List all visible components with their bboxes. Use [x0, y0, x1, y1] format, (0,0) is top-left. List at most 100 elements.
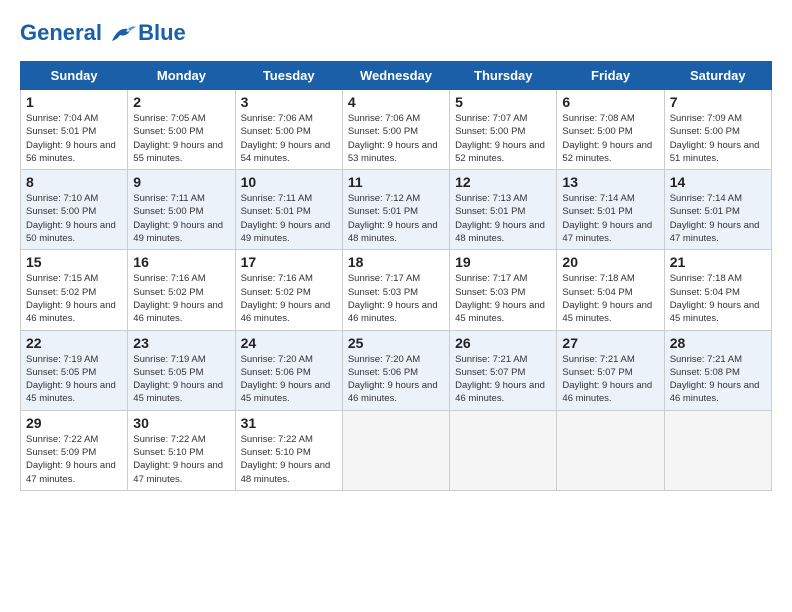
day-number: 18: [348, 254, 444, 270]
day-info: Sunrise: 7:19 AM Sunset: 5:05 PM Dayligh…: [133, 353, 229, 406]
calendar-cell: 10 Sunrise: 7:11 AM Sunset: 5:01 PM Dayl…: [235, 170, 342, 250]
day-info: Sunrise: 7:10 AM Sunset: 5:00 PM Dayligh…: [26, 192, 122, 245]
calendar-cell: [664, 410, 771, 490]
logo: General Blue: [20, 20, 186, 46]
calendar-cell: 1 Sunrise: 7:04 AM Sunset: 5:01 PM Dayli…: [21, 90, 128, 170]
day-info: Sunrise: 7:12 AM Sunset: 5:01 PM Dayligh…: [348, 192, 444, 245]
calendar-cell: 11 Sunrise: 7:12 AM Sunset: 5:01 PM Dayl…: [342, 170, 449, 250]
calendar-cell: 21 Sunrise: 7:18 AM Sunset: 5:04 PM Dayl…: [664, 250, 771, 330]
day-number: 8: [26, 174, 122, 190]
day-number: 29: [26, 415, 122, 431]
calendar-cell: [342, 410, 449, 490]
calendar-cell: 3 Sunrise: 7:06 AM Sunset: 5:00 PM Dayli…: [235, 90, 342, 170]
calendar-cell: 20 Sunrise: 7:18 AM Sunset: 5:04 PM Dayl…: [557, 250, 664, 330]
weekday-header-saturday: Saturday: [664, 62, 771, 90]
logo-bird-icon: [110, 23, 136, 45]
calendar-cell: 30 Sunrise: 7:22 AM Sunset: 5:10 PM Dayl…: [128, 410, 235, 490]
calendar-cell: 12 Sunrise: 7:13 AM Sunset: 5:01 PM Dayl…: [450, 170, 557, 250]
day-number: 30: [133, 415, 229, 431]
day-info: Sunrise: 7:13 AM Sunset: 5:01 PM Dayligh…: [455, 192, 551, 245]
weekday-header-friday: Friday: [557, 62, 664, 90]
calendar-cell: 18 Sunrise: 7:17 AM Sunset: 5:03 PM Dayl…: [342, 250, 449, 330]
day-info: Sunrise: 7:22 AM Sunset: 5:10 PM Dayligh…: [133, 433, 229, 486]
day-number: 15: [26, 254, 122, 270]
calendar-cell: 6 Sunrise: 7:08 AM Sunset: 5:00 PM Dayli…: [557, 90, 664, 170]
calendar-cell: 23 Sunrise: 7:19 AM Sunset: 5:05 PM Dayl…: [128, 330, 235, 410]
day-number: 23: [133, 335, 229, 351]
day-info: Sunrise: 7:04 AM Sunset: 5:01 PM Dayligh…: [26, 112, 122, 165]
calendar-cell: 9 Sunrise: 7:11 AM Sunset: 5:00 PM Dayli…: [128, 170, 235, 250]
day-info: Sunrise: 7:17 AM Sunset: 5:03 PM Dayligh…: [348, 272, 444, 325]
calendar-cell: 31 Sunrise: 7:22 AM Sunset: 5:10 PM Dayl…: [235, 410, 342, 490]
calendar-cell: [557, 410, 664, 490]
calendar-cell: 25 Sunrise: 7:20 AM Sunset: 5:06 PM Dayl…: [342, 330, 449, 410]
day-info: Sunrise: 7:05 AM Sunset: 5:00 PM Dayligh…: [133, 112, 229, 165]
day-info: Sunrise: 7:14 AM Sunset: 5:01 PM Dayligh…: [562, 192, 658, 245]
day-number: 21: [670, 254, 766, 270]
logo-general: General: [20, 20, 102, 45]
day-number: 26: [455, 335, 551, 351]
calendar-cell: 24 Sunrise: 7:20 AM Sunset: 5:06 PM Dayl…: [235, 330, 342, 410]
day-number: 24: [241, 335, 337, 351]
day-number: 12: [455, 174, 551, 190]
calendar-cell: 14 Sunrise: 7:14 AM Sunset: 5:01 PM Dayl…: [664, 170, 771, 250]
weekday-header-wednesday: Wednesday: [342, 62, 449, 90]
day-number: 9: [133, 174, 229, 190]
calendar-cell: 4 Sunrise: 7:06 AM Sunset: 5:00 PM Dayli…: [342, 90, 449, 170]
day-number: 11: [348, 174, 444, 190]
day-info: Sunrise: 7:21 AM Sunset: 5:08 PM Dayligh…: [670, 353, 766, 406]
day-info: Sunrise: 7:21 AM Sunset: 5:07 PM Dayligh…: [562, 353, 658, 406]
day-info: Sunrise: 7:16 AM Sunset: 5:02 PM Dayligh…: [241, 272, 337, 325]
day-number: 10: [241, 174, 337, 190]
calendar-table: SundayMondayTuesdayWednesdayThursdayFrid…: [20, 61, 772, 491]
day-number: 27: [562, 335, 658, 351]
day-info: Sunrise: 7:11 AM Sunset: 5:01 PM Dayligh…: [241, 192, 337, 245]
calendar-cell: 8 Sunrise: 7:10 AM Sunset: 5:00 PM Dayli…: [21, 170, 128, 250]
calendar-cell: 13 Sunrise: 7:14 AM Sunset: 5:01 PM Dayl…: [557, 170, 664, 250]
day-number: 16: [133, 254, 229, 270]
day-number: 4: [348, 94, 444, 110]
calendar-cell: 26 Sunrise: 7:21 AM Sunset: 5:07 PM Dayl…: [450, 330, 557, 410]
weekday-header-monday: Monday: [128, 62, 235, 90]
calendar-cell: 17 Sunrise: 7:16 AM Sunset: 5:02 PM Dayl…: [235, 250, 342, 330]
day-info: Sunrise: 7:19 AM Sunset: 5:05 PM Dayligh…: [26, 353, 122, 406]
day-info: Sunrise: 7:20 AM Sunset: 5:06 PM Dayligh…: [348, 353, 444, 406]
day-number: 22: [26, 335, 122, 351]
day-number: 14: [670, 174, 766, 190]
day-info: Sunrise: 7:08 AM Sunset: 5:00 PM Dayligh…: [562, 112, 658, 165]
calendar-cell: 5 Sunrise: 7:07 AM Sunset: 5:00 PM Dayli…: [450, 90, 557, 170]
calendar-cell: 27 Sunrise: 7:21 AM Sunset: 5:07 PM Dayl…: [557, 330, 664, 410]
day-number: 28: [670, 335, 766, 351]
day-number: 3: [241, 94, 337, 110]
day-number: 19: [455, 254, 551, 270]
day-info: Sunrise: 7:15 AM Sunset: 5:02 PM Dayligh…: [26, 272, 122, 325]
day-info: Sunrise: 7:22 AM Sunset: 5:09 PM Dayligh…: [26, 433, 122, 486]
day-info: Sunrise: 7:07 AM Sunset: 5:00 PM Dayligh…: [455, 112, 551, 165]
calendar-cell: 7 Sunrise: 7:09 AM Sunset: 5:00 PM Dayli…: [664, 90, 771, 170]
day-number: 20: [562, 254, 658, 270]
page-header: General Blue: [20, 20, 772, 46]
day-number: 5: [455, 94, 551, 110]
day-number: 7: [670, 94, 766, 110]
day-info: Sunrise: 7:18 AM Sunset: 5:04 PM Dayligh…: [562, 272, 658, 325]
day-info: Sunrise: 7:09 AM Sunset: 5:00 PM Dayligh…: [670, 112, 766, 165]
calendar-cell: 29 Sunrise: 7:22 AM Sunset: 5:09 PM Dayl…: [21, 410, 128, 490]
calendar-cell: 28 Sunrise: 7:21 AM Sunset: 5:08 PM Dayl…: [664, 330, 771, 410]
weekday-header-sunday: Sunday: [21, 62, 128, 90]
day-number: 13: [562, 174, 658, 190]
logo-blue: Blue: [138, 20, 186, 46]
day-info: Sunrise: 7:06 AM Sunset: 5:00 PM Dayligh…: [348, 112, 444, 165]
day-number: 25: [348, 335, 444, 351]
calendar-cell: 16 Sunrise: 7:16 AM Sunset: 5:02 PM Dayl…: [128, 250, 235, 330]
day-info: Sunrise: 7:14 AM Sunset: 5:01 PM Dayligh…: [670, 192, 766, 245]
day-info: Sunrise: 7:21 AM Sunset: 5:07 PM Dayligh…: [455, 353, 551, 406]
calendar-cell: 15 Sunrise: 7:15 AM Sunset: 5:02 PM Dayl…: [21, 250, 128, 330]
calendar-cell: 22 Sunrise: 7:19 AM Sunset: 5:05 PM Dayl…: [21, 330, 128, 410]
weekday-header-tuesday: Tuesday: [235, 62, 342, 90]
day-info: Sunrise: 7:16 AM Sunset: 5:02 PM Dayligh…: [133, 272, 229, 325]
day-number: 17: [241, 254, 337, 270]
day-info: Sunrise: 7:22 AM Sunset: 5:10 PM Dayligh…: [241, 433, 337, 486]
weekday-header-thursday: Thursday: [450, 62, 557, 90]
day-info: Sunrise: 7:20 AM Sunset: 5:06 PM Dayligh…: [241, 353, 337, 406]
day-info: Sunrise: 7:18 AM Sunset: 5:04 PM Dayligh…: [670, 272, 766, 325]
